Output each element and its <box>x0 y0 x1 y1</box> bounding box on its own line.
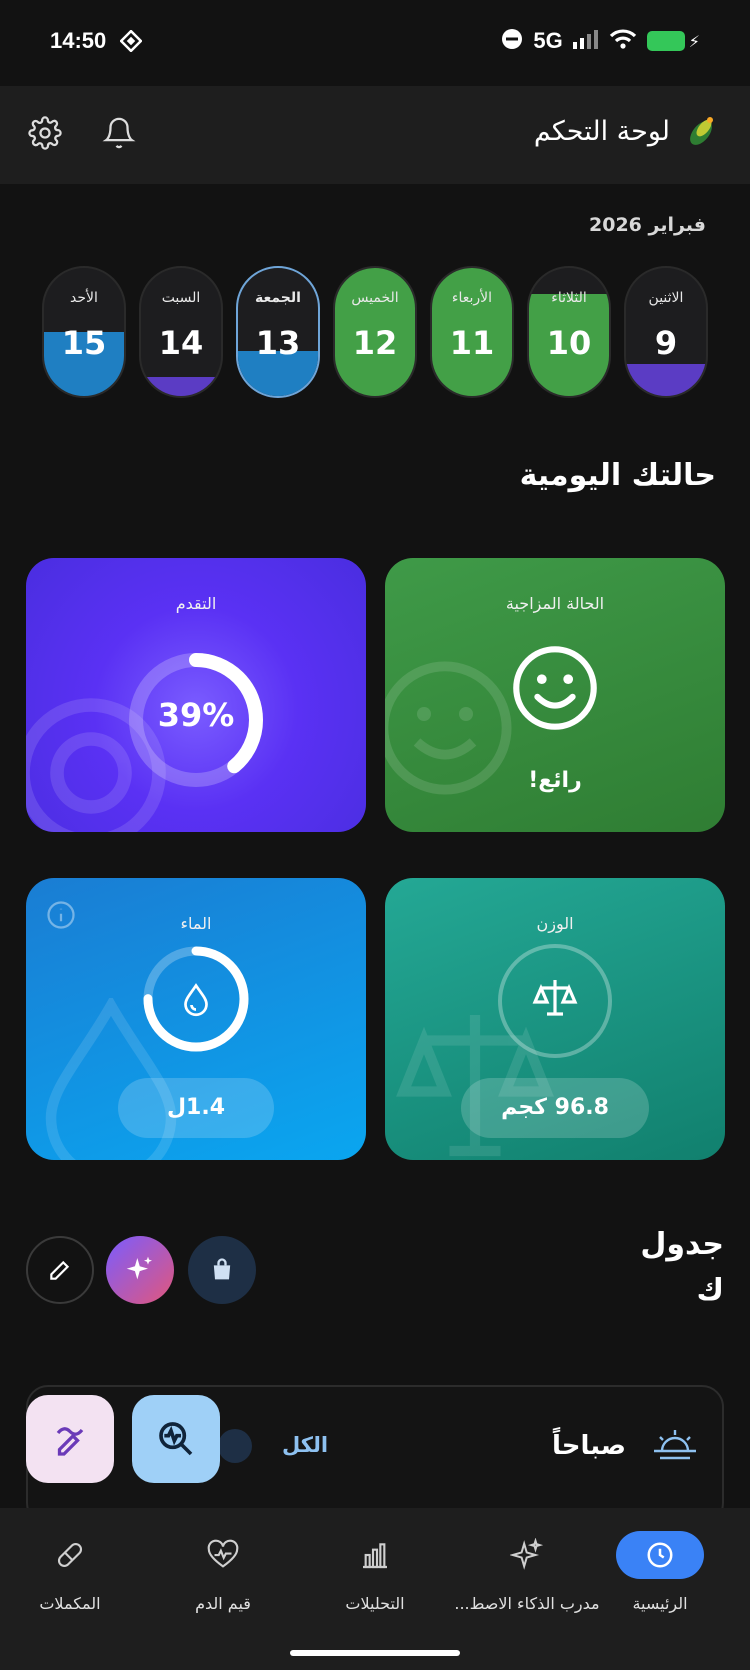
water-label: الماء <box>180 914 212 933</box>
nav-home[interactable]: الرئيسية <box>585 1530 735 1613</box>
settings-gear-icon[interactable] <box>28 116 62 154</box>
progress-card[interactable]: التقدم 39% <box>26 558 366 832</box>
weight-card[interactable]: الوزن 96.8 كجم <box>385 878 725 1160</box>
edit-note-icon <box>56 1427 84 1456</box>
day-name: الاثنين <box>648 290 684 306</box>
mood-card[interactable]: الحالة المزاجية رائع! <box>385 558 725 832</box>
weight-label: الوزن <box>536 914 574 933</box>
nav-label: قيم الدم <box>195 1594 251 1613</box>
day-number: 15 <box>61 324 107 362</box>
morning-label: صباحاً <box>551 1431 626 1461</box>
daily-status-title: حالتك اليومية <box>519 458 716 493</box>
app-logo-icon <box>684 114 718 148</box>
sparkle-icon <box>126 1256 152 1280</box>
water-drop-icon <box>184 983 208 1017</box>
day-number: 9 <box>654 324 678 362</box>
day-pill-thu[interactable]: الخميس 12 <box>333 266 417 398</box>
nav-analytics[interactable]: التحليلات <box>300 1530 450 1613</box>
day-pill-tue[interactable]: الثلاثاء 10 <box>527 266 611 398</box>
pill-icon <box>0 1530 140 1580</box>
nav-ai-coach[interactable]: مدرب الذكاء الاصط... <box>452 1530 602 1613</box>
schedule-title: جدول ك <box>640 1222 724 1314</box>
clock-icon <box>616 1531 704 1579</box>
day-number: 13 <box>255 324 301 362</box>
day-name: السبت <box>161 290 201 306</box>
nav-label: التحليلات <box>345 1594 405 1613</box>
progress-percent: 39% <box>157 696 235 734</box>
battery-icon <box>646 31 685 51</box>
nav-label: المكملات <box>39 1594 101 1613</box>
day-number: 10 <box>546 324 592 362</box>
charging-icon: ⚡ <box>688 31 700 51</box>
sunrise-icon <box>652 1427 698 1467</box>
signal-icon <box>572 29 599 53</box>
weight-value-chip: 96.8 كجم <box>461 1078 649 1138</box>
day-pill-wed[interactable]: الأربعاء 11 <box>430 266 514 398</box>
water-value-chip: 1.4ل <box>118 1078 274 1138</box>
day-name: الجمعة <box>255 290 301 306</box>
filter-all-tab[interactable]: الكل <box>282 1433 328 1457</box>
schedule-title-line1: جدول <box>640 1227 724 1262</box>
day-number: 14 <box>158 324 204 362</box>
status-time: 14:50 <box>50 28 107 53</box>
day-pill-sun[interactable]: الأحد 15 <box>42 266 126 398</box>
progress-label: التقدم <box>175 594 217 613</box>
nav-label: الرئيسية <box>632 1594 688 1613</box>
schedule-title-line2: ك <box>696 1273 725 1308</box>
dnd-icon <box>501 28 523 54</box>
day-name: الثلاثاء <box>551 290 587 306</box>
sparkle-icon <box>452 1530 602 1580</box>
bag-button[interactable] <box>188 1236 256 1304</box>
day-name: الخميس <box>351 290 399 306</box>
nav-label: مدرب الذكاء الاصط... <box>454 1594 600 1613</box>
network-type: 5G <box>533 28 563 53</box>
notification-bell-icon[interactable] <box>102 116 136 154</box>
day-fill <box>626 364 706 396</box>
water-card[interactable]: الماء 1.4ل <box>26 878 366 1160</box>
bottom-navigation: الرئيسية مدرب الذكاء الاصط... التحليلات … <box>0 1508 750 1670</box>
vpn-icon <box>119 29 143 56</box>
bar-chart-icon <box>300 1530 450 1580</box>
app-header: لوحة التحكم <box>0 86 750 184</box>
balance-scale-icon <box>532 980 578 1016</box>
status-bar: 14:50 5G ⚡ <box>0 0 750 86</box>
bag-icon <box>213 1258 231 1280</box>
nav-supplements[interactable]: المكملات <box>0 1530 140 1613</box>
heart-pulse-icon <box>148 1530 298 1580</box>
wifi-icon <box>609 28 637 54</box>
day-pill-fri-selected[interactable]: الجمعة 13 <box>236 266 320 398</box>
log-entry-fab[interactable] <box>26 1395 114 1483</box>
day-pill-mon[interactable]: الاثنين 9 <box>624 266 708 398</box>
calendar-month: فبراير 2026 <box>589 214 706 236</box>
ai-schedule-button[interactable] <box>106 1236 174 1304</box>
schedule-panel: صباحاً الكل <box>26 1385 724 1525</box>
day-pill-sat[interactable]: السبت 14 <box>139 266 223 398</box>
day-name: الأحد <box>70 290 98 306</box>
page-title: لوحة التحكم <box>533 115 670 147</box>
week-day-selector: الاثنين 9 الثلاثاء 10 الأربعاء 11 الخميس… <box>42 266 708 400</box>
home-indicator <box>290 1650 460 1656</box>
mood-label: الحالة المزاجية <box>505 594 605 613</box>
day-number: 12 <box>352 324 398 362</box>
edit-schedule-button[interactable] <box>26 1236 94 1304</box>
smiley-face-icon <box>513 646 597 730</box>
mood-value: رائع! <box>528 768 582 793</box>
day-name: الأربعاء <box>451 290 493 306</box>
day-number: 11 <box>449 324 495 362</box>
pencil-icon <box>50 1260 70 1280</box>
search-pulse-icon <box>159 1422 193 1456</box>
filter-chip[interactable] <box>218 1429 252 1463</box>
nav-blood-values[interactable]: قيم الدم <box>148 1530 298 1613</box>
day-fill <box>141 376 221 396</box>
analyze-fab[interactable] <box>132 1395 220 1483</box>
